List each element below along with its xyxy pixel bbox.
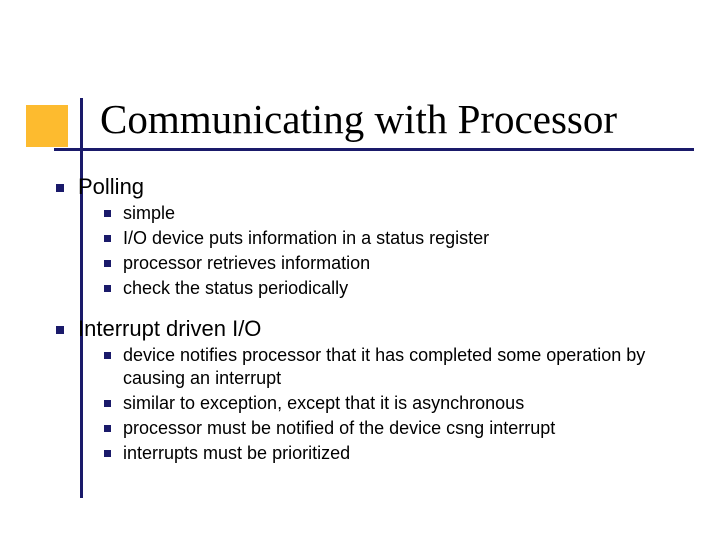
list-item-text: device notifies processor that it has co… <box>123 344 686 390</box>
square-bullet-icon <box>104 210 111 217</box>
square-bullet-icon <box>104 285 111 292</box>
square-bullet-icon <box>104 425 111 432</box>
square-bullet-icon <box>104 400 111 407</box>
list-item-text: I/O device puts information in a status … <box>123 227 489 250</box>
list-item: interrupts must be prioritized <box>104 442 686 465</box>
square-bullet-icon <box>104 450 111 457</box>
list-item-text: check the status periodically <box>123 277 348 300</box>
accent-block <box>26 105 68 147</box>
list-item-text: simple <box>123 202 175 225</box>
slide-body: Polling simple I/O device puts informati… <box>56 168 686 467</box>
square-bullet-icon <box>104 352 111 359</box>
list-item: check the status periodically <box>104 277 686 300</box>
list-item: processor retrieves information <box>104 252 686 275</box>
list-item-text: interrupts must be prioritized <box>123 442 350 465</box>
list-item: I/O device puts information in a status … <box>104 227 686 250</box>
slide: Communicating with Processor Polling sim… <box>0 0 720 540</box>
list-item: device notifies processor that it has co… <box>104 344 686 390</box>
section-heading: Polling <box>56 174 686 200</box>
list-item-text: processor must be notified of the device… <box>123 417 555 440</box>
square-bullet-icon <box>104 260 111 267</box>
section-heading-text: Polling <box>78 174 144 200</box>
section-heading-text: Interrupt driven I/O <box>78 316 261 342</box>
list-item-text: similar to exception, except that it is … <box>123 392 524 415</box>
section-heading: Interrupt driven I/O <box>56 316 686 342</box>
list-item: simple <box>104 202 686 225</box>
square-bullet-icon <box>56 184 64 192</box>
slide-title: Communicating with Processor <box>100 95 617 143</box>
list-item: similar to exception, except that it is … <box>104 392 686 415</box>
square-bullet-icon <box>104 235 111 242</box>
square-bullet-icon <box>56 326 64 334</box>
horizontal-rule <box>54 148 694 151</box>
list-item: processor must be notified of the device… <box>104 417 686 440</box>
list-item-text: processor retrieves information <box>123 252 370 275</box>
